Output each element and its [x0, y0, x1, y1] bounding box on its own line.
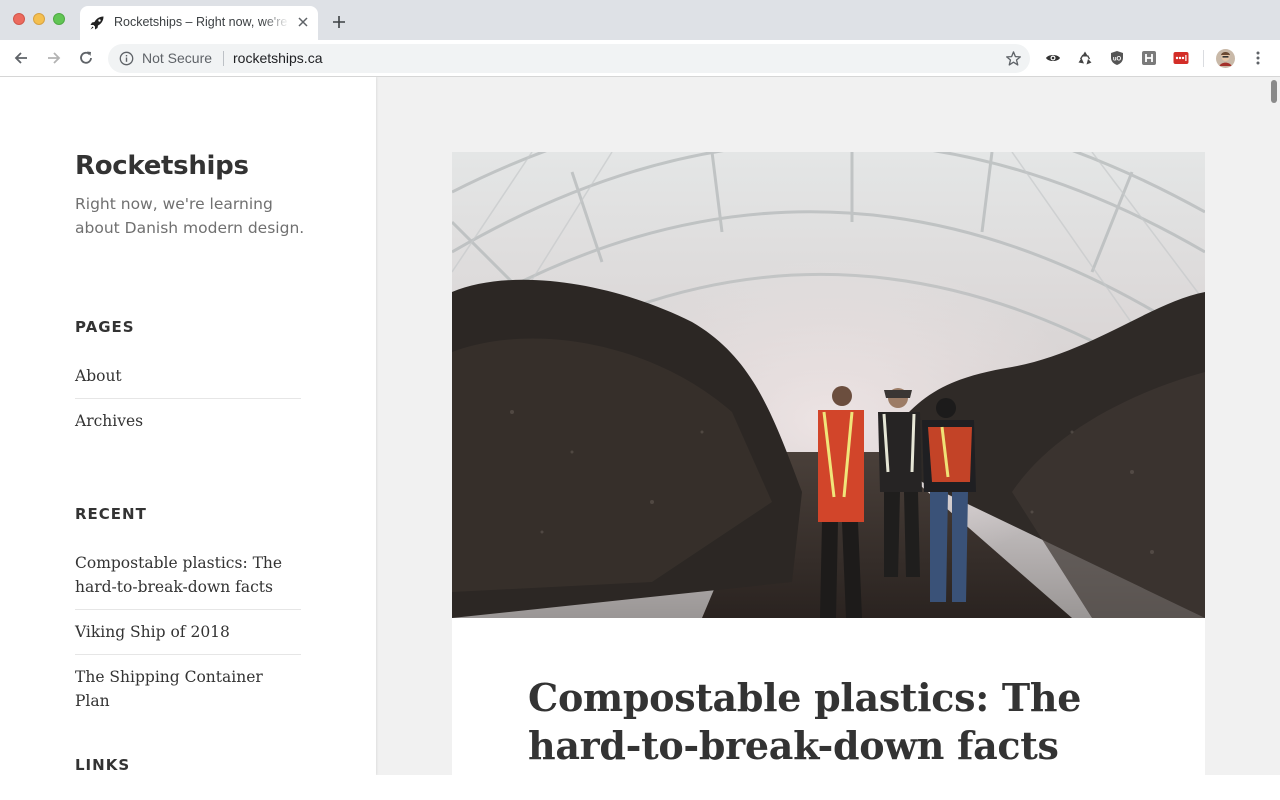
minimize-window-button[interactable]	[33, 13, 45, 25]
page-link-about[interactable]: About	[75, 364, 301, 388]
close-tab-icon[interactable]	[295, 14, 311, 30]
site-title[interactable]: Rocketships	[75, 151, 249, 181]
list-item: Viking Ship of 2018	[75, 620, 301, 655]
tab-title: Rocketships – Right now, we're learning …	[114, 15, 289, 29]
recent-post-link[interactable]: Compostable plastics: The hard-to-break-…	[75, 551, 301, 599]
recent-post-link[interactable]: Viking Ship of 2018	[75, 620, 301, 644]
zoom-window-button[interactable]	[53, 13, 65, 25]
widget-title-recent: RECENT	[75, 505, 147, 523]
rocket-icon	[90, 16, 104, 30]
toolbar-divider	[1203, 50, 1204, 67]
browser-toolbar: Not Secure rocketships.ca uO	[0, 40, 1280, 77]
post-card: Compostable plastics: The hard-to-break-…	[452, 152, 1205, 775]
lastpass-extension-icon[interactable]	[1173, 50, 1189, 66]
menu-icon[interactable]	[1250, 50, 1266, 66]
post-title[interactable]: Compostable plastics: The hard-to-break-…	[528, 674, 1128, 770]
page-viewport: Rocketships Right now, we're learning ab…	[0, 77, 1280, 775]
omnibox-divider	[223, 51, 224, 66]
close-window-button[interactable]	[13, 13, 25, 25]
svg-text:uO: uO	[1113, 57, 1122, 63]
info-icon[interactable]	[119, 51, 134, 66]
list-item: About	[75, 364, 301, 399]
shield-extension-icon[interactable]: uO	[1109, 50, 1125, 66]
back-icon[interactable]	[12, 49, 30, 67]
new-tab-icon[interactable]	[331, 14, 347, 30]
widget-title-pages: PAGES	[75, 318, 135, 336]
h-extension-icon[interactable]	[1141, 50, 1157, 66]
scrollbar[interactable]	[1268, 77, 1280, 775]
star-icon[interactable]	[1005, 50, 1022, 67]
widget-title-links: LINKS	[75, 756, 131, 774]
list-item: Archives	[75, 409, 301, 443]
tab-strip: Rocketships – Right now, we're learning …	[0, 0, 1280, 40]
url-text[interactable]: rocketships.ca	[233, 50, 322, 66]
eye-extension-icon[interactable]	[1045, 50, 1061, 66]
site-description: Right now, we're learning about Danish m…	[75, 195, 305, 237]
tab-active[interactable]: Rocketships – Right now, we're learning …	[80, 6, 318, 40]
pages-list: About Archives	[75, 364, 301, 453]
scrollbar-thumb[interactable]	[1271, 80, 1277, 103]
list-item: Compostable plastics: The hard-to-break-…	[75, 551, 301, 610]
security-status[interactable]: Not Secure	[142, 50, 212, 66]
forward-icon[interactable]	[45, 49, 63, 67]
recycle-extension-icon[interactable]	[1077, 50, 1093, 66]
profile-avatar[interactable]	[1216, 49, 1235, 68]
recent-posts-list: Compostable plastics: The hard-to-break-…	[75, 551, 301, 733]
sidebar: Rocketships Right now, we're learning ab…	[0, 77, 376, 775]
page-link-archives[interactable]: Archives	[75, 409, 301, 433]
list-item: The Shipping Container Plan	[75, 665, 301, 723]
reload-icon[interactable]	[77, 49, 95, 67]
featured-image[interactable]	[452, 152, 1205, 618]
recent-post-link[interactable]: The Shipping Container Plan	[75, 665, 301, 713]
address-bar[interactable]: Not Secure rocketships.ca	[108, 44, 1030, 73]
